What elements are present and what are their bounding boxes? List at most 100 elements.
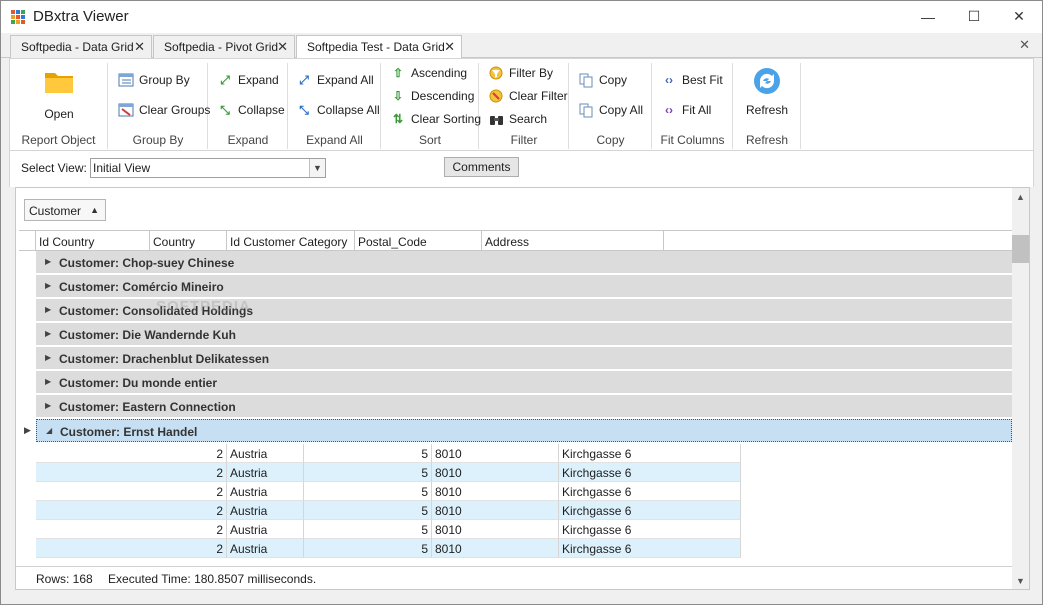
chevron-down-icon[interactable]: ▼: [309, 159, 325, 177]
column-header-id-customer-category[interactable]: Id Customer Category: [227, 231, 355, 251]
expand-triangle-icon[interactable]: ▶: [45, 305, 51, 314]
table-cell[interactable]: 5: [304, 444, 432, 463]
table-cell[interactable]: Austria: [227, 482, 304, 501]
ribbon-group-expand: ⤢ Expand ⤡ Collapse Expand: [209, 63, 288, 149]
tab-close-icon[interactable]: ✕: [277, 39, 288, 55]
table-cell[interactable]: 2: [36, 539, 227, 558]
best-fit-button[interactable]: ‹› Best Fit: [661, 72, 723, 88]
scroll-down-icon[interactable]: ▼: [1012, 572, 1029, 589]
collapse-button[interactable]: ⤡ Collapse: [217, 102, 285, 118]
collapse-triangle-icon[interactable]: ◢: [46, 426, 52, 435]
table-cell[interactable]: Kirchgasse 6: [559, 444, 741, 463]
table-cell[interactable]: Kirchgasse 6: [559, 520, 741, 539]
vertical-scrollbar[interactable]: ▲ ▼: [1012, 188, 1029, 589]
expand-triangle-icon[interactable]: ▶: [45, 257, 51, 266]
table-cell[interactable]: Kirchgasse 6: [559, 482, 741, 501]
rows-count: Rows: 168: [36, 572, 93, 586]
collapse-all-button[interactable]: ⤡ Collapse All: [296, 102, 380, 118]
scrollbar-thumb[interactable]: [1012, 235, 1029, 263]
expand-triangle-icon[interactable]: ▶: [45, 401, 51, 410]
expand-triangle-icon[interactable]: ▶: [45, 281, 51, 290]
group-row-label: Customer: Eastern Connection: [59, 400, 236, 414]
tab-softpedia-data-grid[interactable]: Softpedia - Data Grid ✕: [10, 35, 152, 58]
group-label: Report Object: [21, 133, 96, 147]
table-cell[interactable]: 5: [304, 520, 432, 539]
arrow-up-icon: ⇧: [392, 66, 404, 80]
sort-ascending-icon[interactable]: ▲: [90, 205, 99, 215]
expand-triangle-icon[interactable]: ▶: [45, 353, 51, 362]
table-cell[interactable]: 2: [36, 520, 227, 539]
group-row[interactable]: ▶ Customer: Consolidated Holdings: [36, 299, 1012, 322]
tab-close-icon[interactable]: ✕: [134, 39, 145, 55]
close-button[interactable]: ✕: [996, 1, 1042, 32]
group-row[interactable]: ▶ Customer: Chop-suey Chinese: [36, 251, 1012, 274]
group-panel-customer-chip[interactable]: Customer ▲: [24, 199, 106, 221]
comments-button[interactable]: Comments: [444, 157, 519, 177]
sort-descending-button[interactable]: ⇩ Descending: [390, 88, 474, 104]
best-fit-icon: ‹›: [665, 73, 673, 87]
select-view-dropdown[interactable]: Initial View ▼: [90, 158, 326, 178]
clear-sorting-button[interactable]: ⇅ Clear Sorting: [390, 111, 481, 127]
tab-softpedia-pivot-grid[interactable]: Softpedia - Pivot Grid ✕: [153, 35, 295, 58]
column-header-id-country[interactable]: Id Country: [36, 231, 150, 251]
table-cell[interactable]: Austria: [227, 501, 304, 520]
search-button[interactable]: Search: [488, 111, 547, 127]
column-header-postal-code[interactable]: Postal_Code: [355, 231, 482, 251]
minimize-button[interactable]: —: [905, 1, 951, 32]
table-cell[interactable]: Austria: [227, 444, 304, 463]
copy-all-label: Copy All: [599, 103, 644, 117]
table-cell[interactable]: Kirchgasse 6: [559, 463, 741, 482]
tab-label: Softpedia - Data Grid: [21, 40, 134, 54]
copy-button[interactable]: Copy: [578, 72, 627, 88]
refresh-button[interactable]: Refresh: [738, 66, 796, 117]
table-cell[interactable]: 2: [36, 482, 227, 501]
column-header-country[interactable]: Country: [150, 231, 227, 251]
table-cell[interactable]: Kirchgasse 6: [559, 539, 741, 558]
ribbon-group-sort: ⇧ Ascending ⇩ Descending ⇅ Clear Sorting…: [382, 63, 481, 149]
copy-all-button[interactable]: Copy All: [578, 102, 643, 118]
table-cell[interactable]: 8010: [432, 539, 559, 558]
table-cell[interactable]: 2: [36, 501, 227, 520]
table-cell[interactable]: 2: [36, 444, 227, 463]
clear-groups-button[interactable]: Clear Groups: [118, 102, 210, 118]
expand-triangle-icon[interactable]: ▶: [45, 377, 51, 386]
fit-all-button[interactable]: ‹› Fit All: [661, 102, 711, 118]
group-row[interactable]: ▶ Customer: Die Wandernde Kuh: [36, 323, 1012, 346]
maximize-button[interactable]: ☐: [951, 1, 997, 32]
tab-label: Softpedia Test - Data Grid: [307, 40, 445, 54]
tab-close-icon[interactable]: ✕: [444, 39, 455, 55]
copy-label: Copy: [599, 73, 628, 87]
table-cell[interactable]: 8010: [432, 444, 559, 463]
filter-by-button[interactable]: Filter By: [488, 65, 553, 81]
table-cell[interactable]: 5: [304, 463, 432, 482]
table-cell[interactable]: 8010: [432, 463, 559, 482]
tab-softpedia-test-data-grid[interactable]: Softpedia Test - Data Grid ✕: [296, 35, 462, 59]
sort-ascending-button[interactable]: ⇧ Ascending: [390, 65, 467, 81]
table-cell[interactable]: 5: [304, 482, 432, 501]
scroll-up-icon[interactable]: ▲: [1012, 188, 1029, 205]
table-cell[interactable]: 5: [304, 501, 432, 520]
expand-all-button[interactable]: ⤢ Expand All: [296, 72, 374, 88]
table-cell[interactable]: 8010: [432, 501, 559, 520]
open-button[interactable]: Open: [32, 67, 86, 121]
group-row[interactable]: ▶ Customer: Drachenblut Delikatessen: [36, 347, 1012, 370]
table-cell[interactable]: Kirchgasse 6: [559, 501, 741, 520]
close-document-icon[interactable]: ✕: [1019, 37, 1030, 53]
group-row[interactable]: ▶ Customer: Eastern Connection: [36, 395, 1012, 418]
table-cell[interactable]: Austria: [227, 520, 304, 539]
table-cell[interactable]: 5: [304, 539, 432, 558]
table-cell[interactable]: 2: [36, 463, 227, 482]
clear-filter-button[interactable]: Clear Filter: [488, 88, 568, 104]
group-row[interactable]: ◢ Customer: Ernst Handel: [36, 419, 1012, 442]
table-cell[interactable]: 8010: [432, 482, 559, 501]
group-by-button[interactable]: Group By: [118, 72, 190, 88]
column-header-address[interactable]: Address: [482, 231, 664, 251]
expand-triangle-icon[interactable]: ▶: [45, 329, 51, 338]
group-row[interactable]: ▶ Customer: Du monde entier: [36, 371, 1012, 394]
table-cell[interactable]: Austria: [227, 539, 304, 558]
expand-button[interactable]: ⤢ Expand: [217, 72, 279, 88]
table-cell[interactable]: 8010: [432, 520, 559, 539]
clear-sort-icon: ⇅: [392, 112, 404, 126]
group-row[interactable]: ▶ Customer: Comércio Mineiro: [36, 275, 1012, 298]
table-cell[interactable]: Austria: [227, 463, 304, 482]
